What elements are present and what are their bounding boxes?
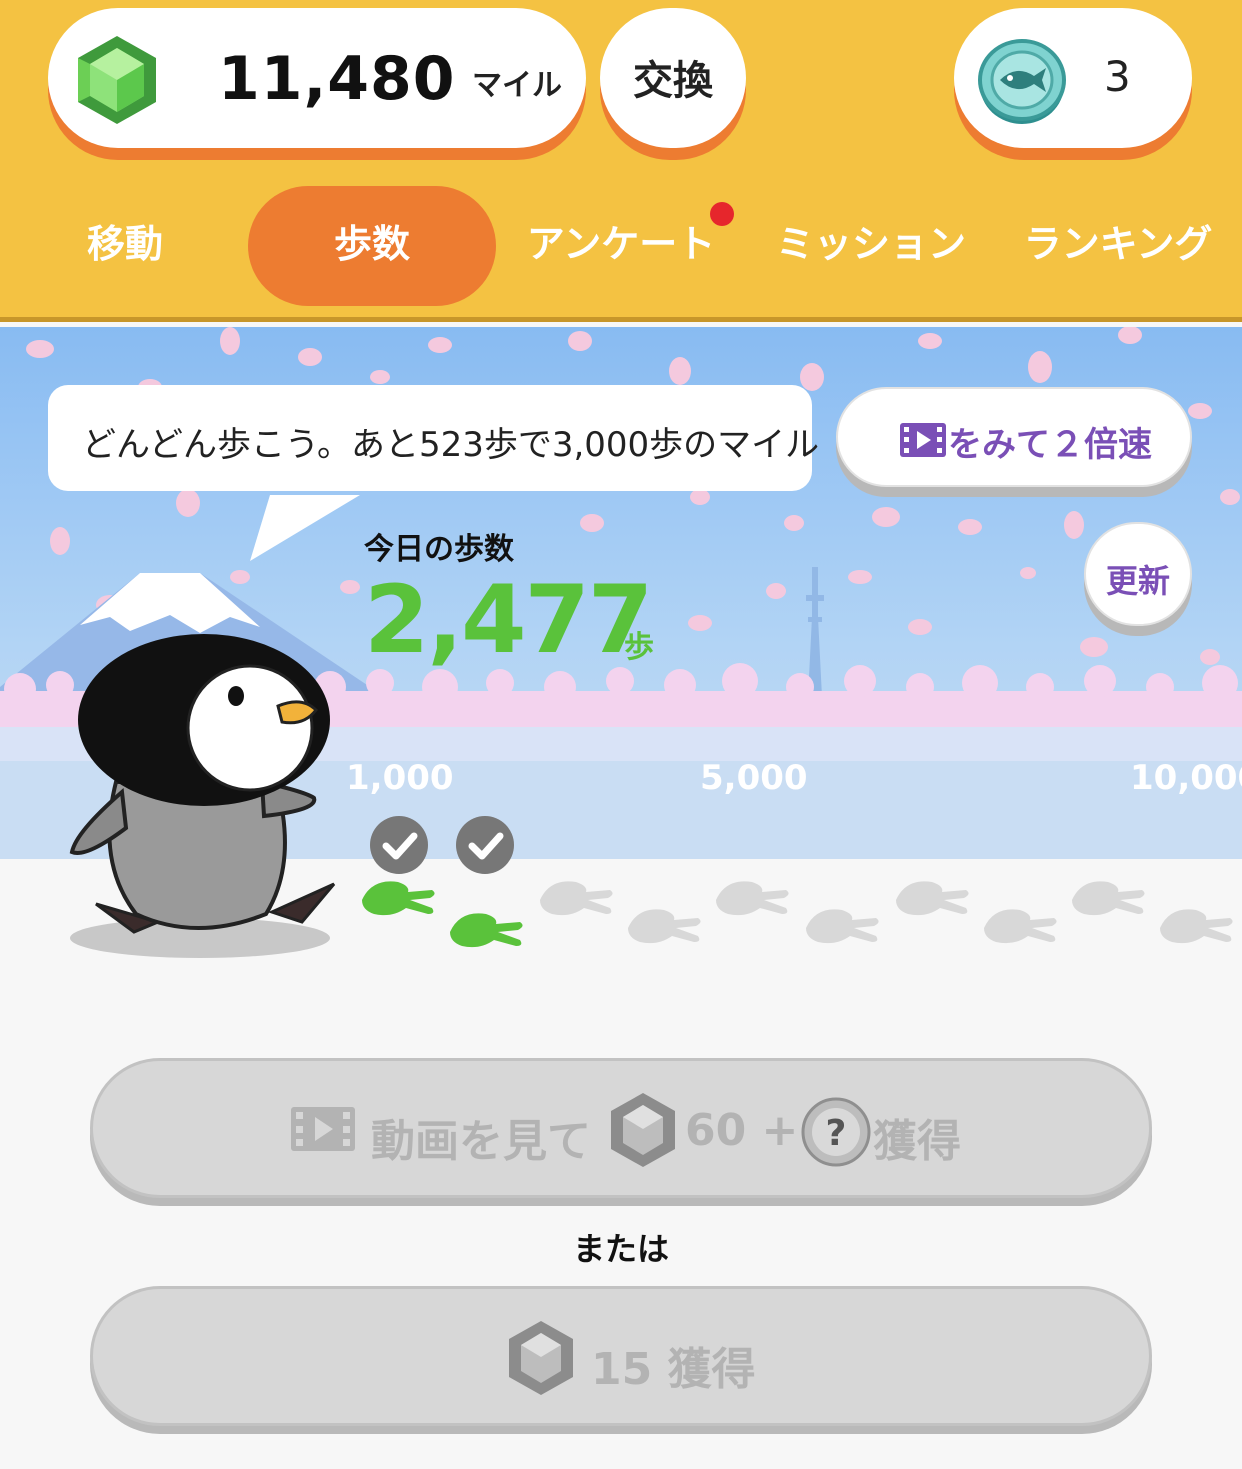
exchange-label: 交換 [633, 58, 713, 104]
refresh-button[interactable]: 更新 [1084, 522, 1192, 626]
coin-count: 3 [1104, 52, 1131, 101]
check-icon [370, 816, 428, 874]
refresh-label: 更新 [1105, 562, 1170, 600]
gray-gem-icon [611, 1093, 675, 1167]
tab-survey[interactable]: アンケート [496, 186, 746, 306]
video-icon [291, 1107, 355, 1151]
tab-bar: 移動 歩数 アンケート ミッション ランキング [0, 186, 1242, 306]
bubble-tail [250, 495, 360, 561]
or-label: または [572, 1230, 669, 1268]
green-gem-icon [78, 36, 156, 124]
today-steps-label: 今日の歩数 [364, 532, 514, 567]
tab-ranking-label: ランキング [1023, 222, 1213, 266]
app-root: 11,480 マイル 交換 3 移動 歩数 アンケート ミッション ランキング [0, 0, 1242, 1469]
video-reward-suffix: 獲得 [873, 1116, 961, 1167]
watch-video-double-speed-button[interactable]: をみて２倍速 [836, 387, 1192, 487]
tab-steps[interactable]: 歩数 [248, 186, 496, 306]
milestone-10000: 10,000 [1130, 758, 1242, 798]
check-icon [456, 816, 514, 874]
tab-travel-label: 移動 [86, 222, 163, 266]
video-icon [900, 423, 946, 457]
tab-steps-label: 歩数 [333, 222, 410, 266]
milestone-1000: 1,000 [346, 758, 454, 798]
coin-balance[interactable]: 3 [954, 8, 1192, 148]
watch-video-reward-button[interactable]: 動画を見て 60 + ? 獲得 [90, 1058, 1152, 1198]
notification-dot [710, 202, 734, 226]
tab-mission[interactable]: ミッション [746, 186, 996, 306]
milestone-5000: 5,000 [700, 758, 808, 798]
today-steps-unit: 歩 [624, 630, 654, 665]
today-steps-value: 2,477 [364, 566, 653, 675]
encouragement-message: どんどん歩こう。あと523歩で3,000歩のマイル [82, 425, 820, 465]
footprints-remaining [540, 881, 1233, 944]
video-reward-prefix: 動画を見て [371, 1116, 591, 1167]
fish-coin-icon [978, 39, 1066, 124]
tab-survey-label: アンケート [526, 222, 716, 266]
mystery-coin-icon: ? [801, 1097, 871, 1167]
gray-gem-icon [509, 1321, 573, 1395]
miles-unit: マイル [472, 68, 562, 103]
footprint-track [362, 881, 1233, 948]
tab-travel[interactable]: 移動 [0, 186, 250, 306]
svg-text:?: ? [826, 1113, 847, 1154]
claim-reward-label: 15 獲得 [591, 1344, 756, 1395]
tab-mission-label: ミッション [775, 222, 966, 266]
speech-bubble: どんどん歩こう。あと523歩で3,000歩のマイル [48, 385, 819, 491]
tab-ranking[interactable]: ランキング [994, 186, 1242, 306]
claim-reward-button[interactable]: 15 獲得 [90, 1286, 1152, 1426]
exchange-button[interactable]: 交換 [600, 8, 746, 148]
miles-balance: 11,480 マイル [48, 8, 586, 148]
watch-video-label: をみて２倍速 [948, 425, 1152, 465]
video-reward-amount: 60 + [685, 1105, 799, 1156]
miles-value: 11,480 [218, 44, 456, 114]
header-bar: 11,480 マイル 交換 3 移動 歩数 アンケート ミッション ランキング [0, 0, 1242, 322]
penguin-character [69, 634, 336, 958]
